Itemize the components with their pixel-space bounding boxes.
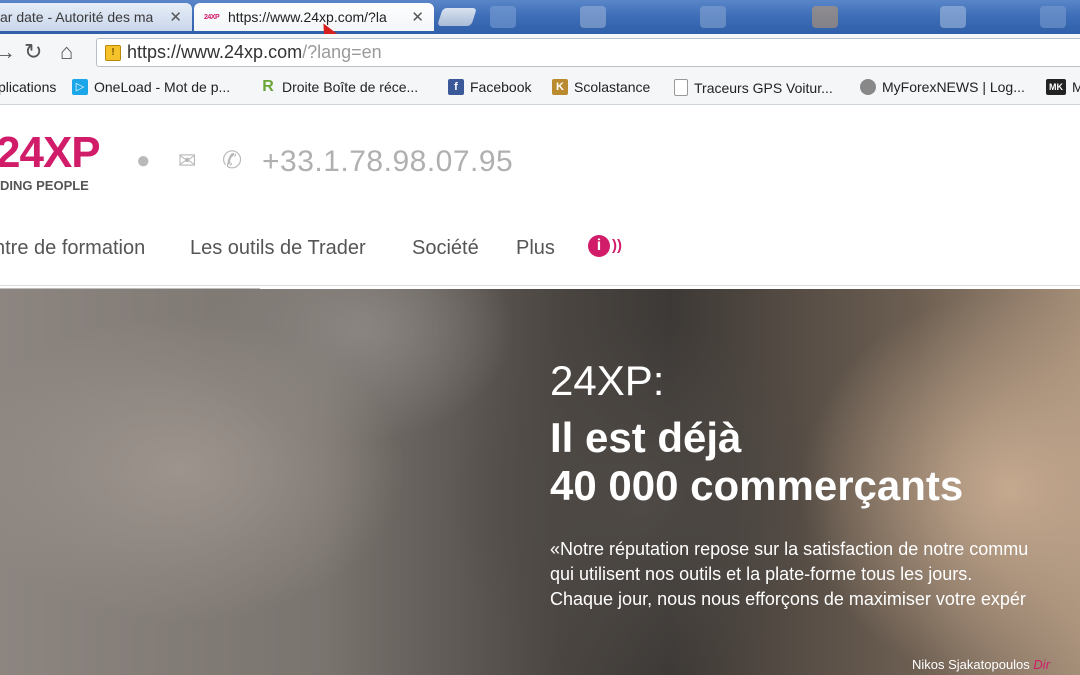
- desktop-icon: [580, 6, 606, 28]
- new-tab-button[interactable]: [437, 8, 477, 26]
- mk-icon: MK: [1046, 79, 1066, 95]
- logo-tagline: DING PEOPLE: [0, 178, 89, 193]
- address-bar[interactable]: ! https://www.24xp.com/?lang=en: [96, 38, 1080, 67]
- url-host: https://www.24xp.com: [127, 42, 303, 62]
- author-name: Nikos Sjakatopoulos: [912, 657, 1030, 672]
- r-logo-icon: R: [262, 78, 274, 95]
- main-navigation: ntre de formation Les outils de Trader S…: [0, 215, 1080, 286]
- bookmark-scolastance[interactable]: K Scolastance: [552, 79, 650, 95]
- author-role: Dir: [1033, 657, 1051, 672]
- oneload-icon: ▷: [72, 79, 88, 95]
- browser-toolbar: → ↻ ⌂ ! https://www.24xp.com/?lang=en: [0, 34, 1080, 73]
- bookmark-facebook[interactable]: f Facebook: [448, 79, 531, 95]
- url-path: /?lang=en: [302, 42, 382, 62]
- chat-bubble-icon[interactable]: ●: [136, 149, 151, 173]
- hero-kicker: 24XP:: [550, 357, 665, 404]
- facebook-icon: f: [448, 79, 464, 95]
- hero-quote-line: Chaque jour, nous nous efforçons de maxi…: [550, 589, 1026, 609]
- desktop-icon: [490, 6, 516, 28]
- bookmarks-bar: plications ▷ OneLoad - Mot de p... R Dro…: [0, 72, 1080, 105]
- home-icon[interactable]: ⌂: [60, 41, 73, 63]
- address-url: https://www.24xp.com/?lang=en: [127, 39, 382, 66]
- bookmark-apps[interactable]: plications: [0, 79, 56, 95]
- globe-icon: [860, 79, 876, 95]
- bookmark-label: M: [1072, 79, 1080, 95]
- lock-warning-icon[interactable]: !: [105, 45, 121, 61]
- hero-quote-line: qui utilisent nos outils et la plate-for…: [550, 564, 973, 584]
- browser-tab-inactive[interactable]: ar date - Autorité des ma ✕: [0, 3, 192, 31]
- bookmark-label: Traceurs GPS Voitur...: [694, 79, 833, 96]
- bookmark-myforexnews[interactable]: MyForexNEWS | Log...: [860, 79, 1025, 95]
- envelope-icon[interactable]: ✉: [178, 149, 196, 173]
- phone-number[interactable]: +33.1.78.98.07.95: [262, 145, 513, 179]
- bookmark-traceurs[interactable]: Traceurs GPS Voitur...: [674, 79, 833, 96]
- nav-item-societe[interactable]: Société: [412, 237, 479, 260]
- phone-icon[interactable]: ✆: [222, 149, 242, 173]
- browser-tab-active[interactable]: 24XP https://www.24xp.com/?la ✕: [194, 3, 434, 31]
- forward-arrow-icon[interactable]: →: [0, 41, 16, 63]
- bookmark-droite[interactable]: R Droite Boîte de réce...: [260, 78, 419, 96]
- nav-item-plus[interactable]: Plus: [516, 237, 555, 260]
- bookmark-oneload[interactable]: ▷ OneLoad - Mot de p...: [72, 79, 230, 95]
- info-icon[interactable]: i: [588, 235, 610, 257]
- hero-banner: 24XP: Il est déjà 40 000 commerçants «No…: [0, 289, 1080, 675]
- bookmark-label: MyForexNEWS | Log...: [882, 79, 1025, 95]
- hero-headline: Il est déjà: [550, 414, 742, 461]
- signal-waves-icon: )): [612, 237, 622, 254]
- desktop-icon: [812, 6, 838, 28]
- site-logo[interactable]: 24XP: [0, 131, 101, 175]
- bookmark-mk[interactable]: MK M: [1046, 79, 1080, 95]
- page-icon: [674, 79, 688, 96]
- desktop-icon: [1040, 6, 1066, 28]
- hero-quote-line: «Notre réputation repose sur la satisfac…: [550, 539, 1029, 559]
- close-tab-icon[interactable]: ✕: [411, 8, 424, 26]
- bookmark-label: Facebook: [470, 79, 532, 95]
- bookmark-label: OneLoad - Mot de p...: [94, 79, 231, 95]
- hero-headline-2: 40 000 commerçants: [550, 462, 964, 509]
- bookmark-label: Droite Boîte de réce...: [282, 79, 419, 95]
- desktop-icon: [700, 6, 726, 28]
- site-header: 24XP DING PEOPLE ● ✉ ✆ +33.1.78.98.07.95: [0, 105, 1080, 216]
- browser-tab-strip: ar date - Autorité des ma ✕ 24XP https:/…: [0, 0, 1080, 34]
- tab-title: ar date - Autorité des ma: [0, 9, 154, 25]
- 24xp-favicon-icon: 24XP: [204, 13, 220, 21]
- bookmark-label: Scolastance: [574, 79, 651, 95]
- hero-quote-author: Nikos Sjakatopoulos Dir: [912, 657, 1050, 672]
- bookmark-label: plications: [0, 79, 57, 95]
- nav-item-trader-tools[interactable]: Les outils de Trader: [190, 237, 366, 260]
- reload-icon[interactable]: ↻: [24, 41, 42, 63]
- tab-title: https://www.24xp.com/?la: [228, 9, 387, 25]
- close-tab-icon[interactable]: ✕: [169, 8, 182, 26]
- nav-item-formation[interactable]: ntre de formation: [0, 237, 145, 260]
- scolastance-icon: K: [552, 79, 568, 95]
- desktop-icon: [940, 6, 966, 28]
